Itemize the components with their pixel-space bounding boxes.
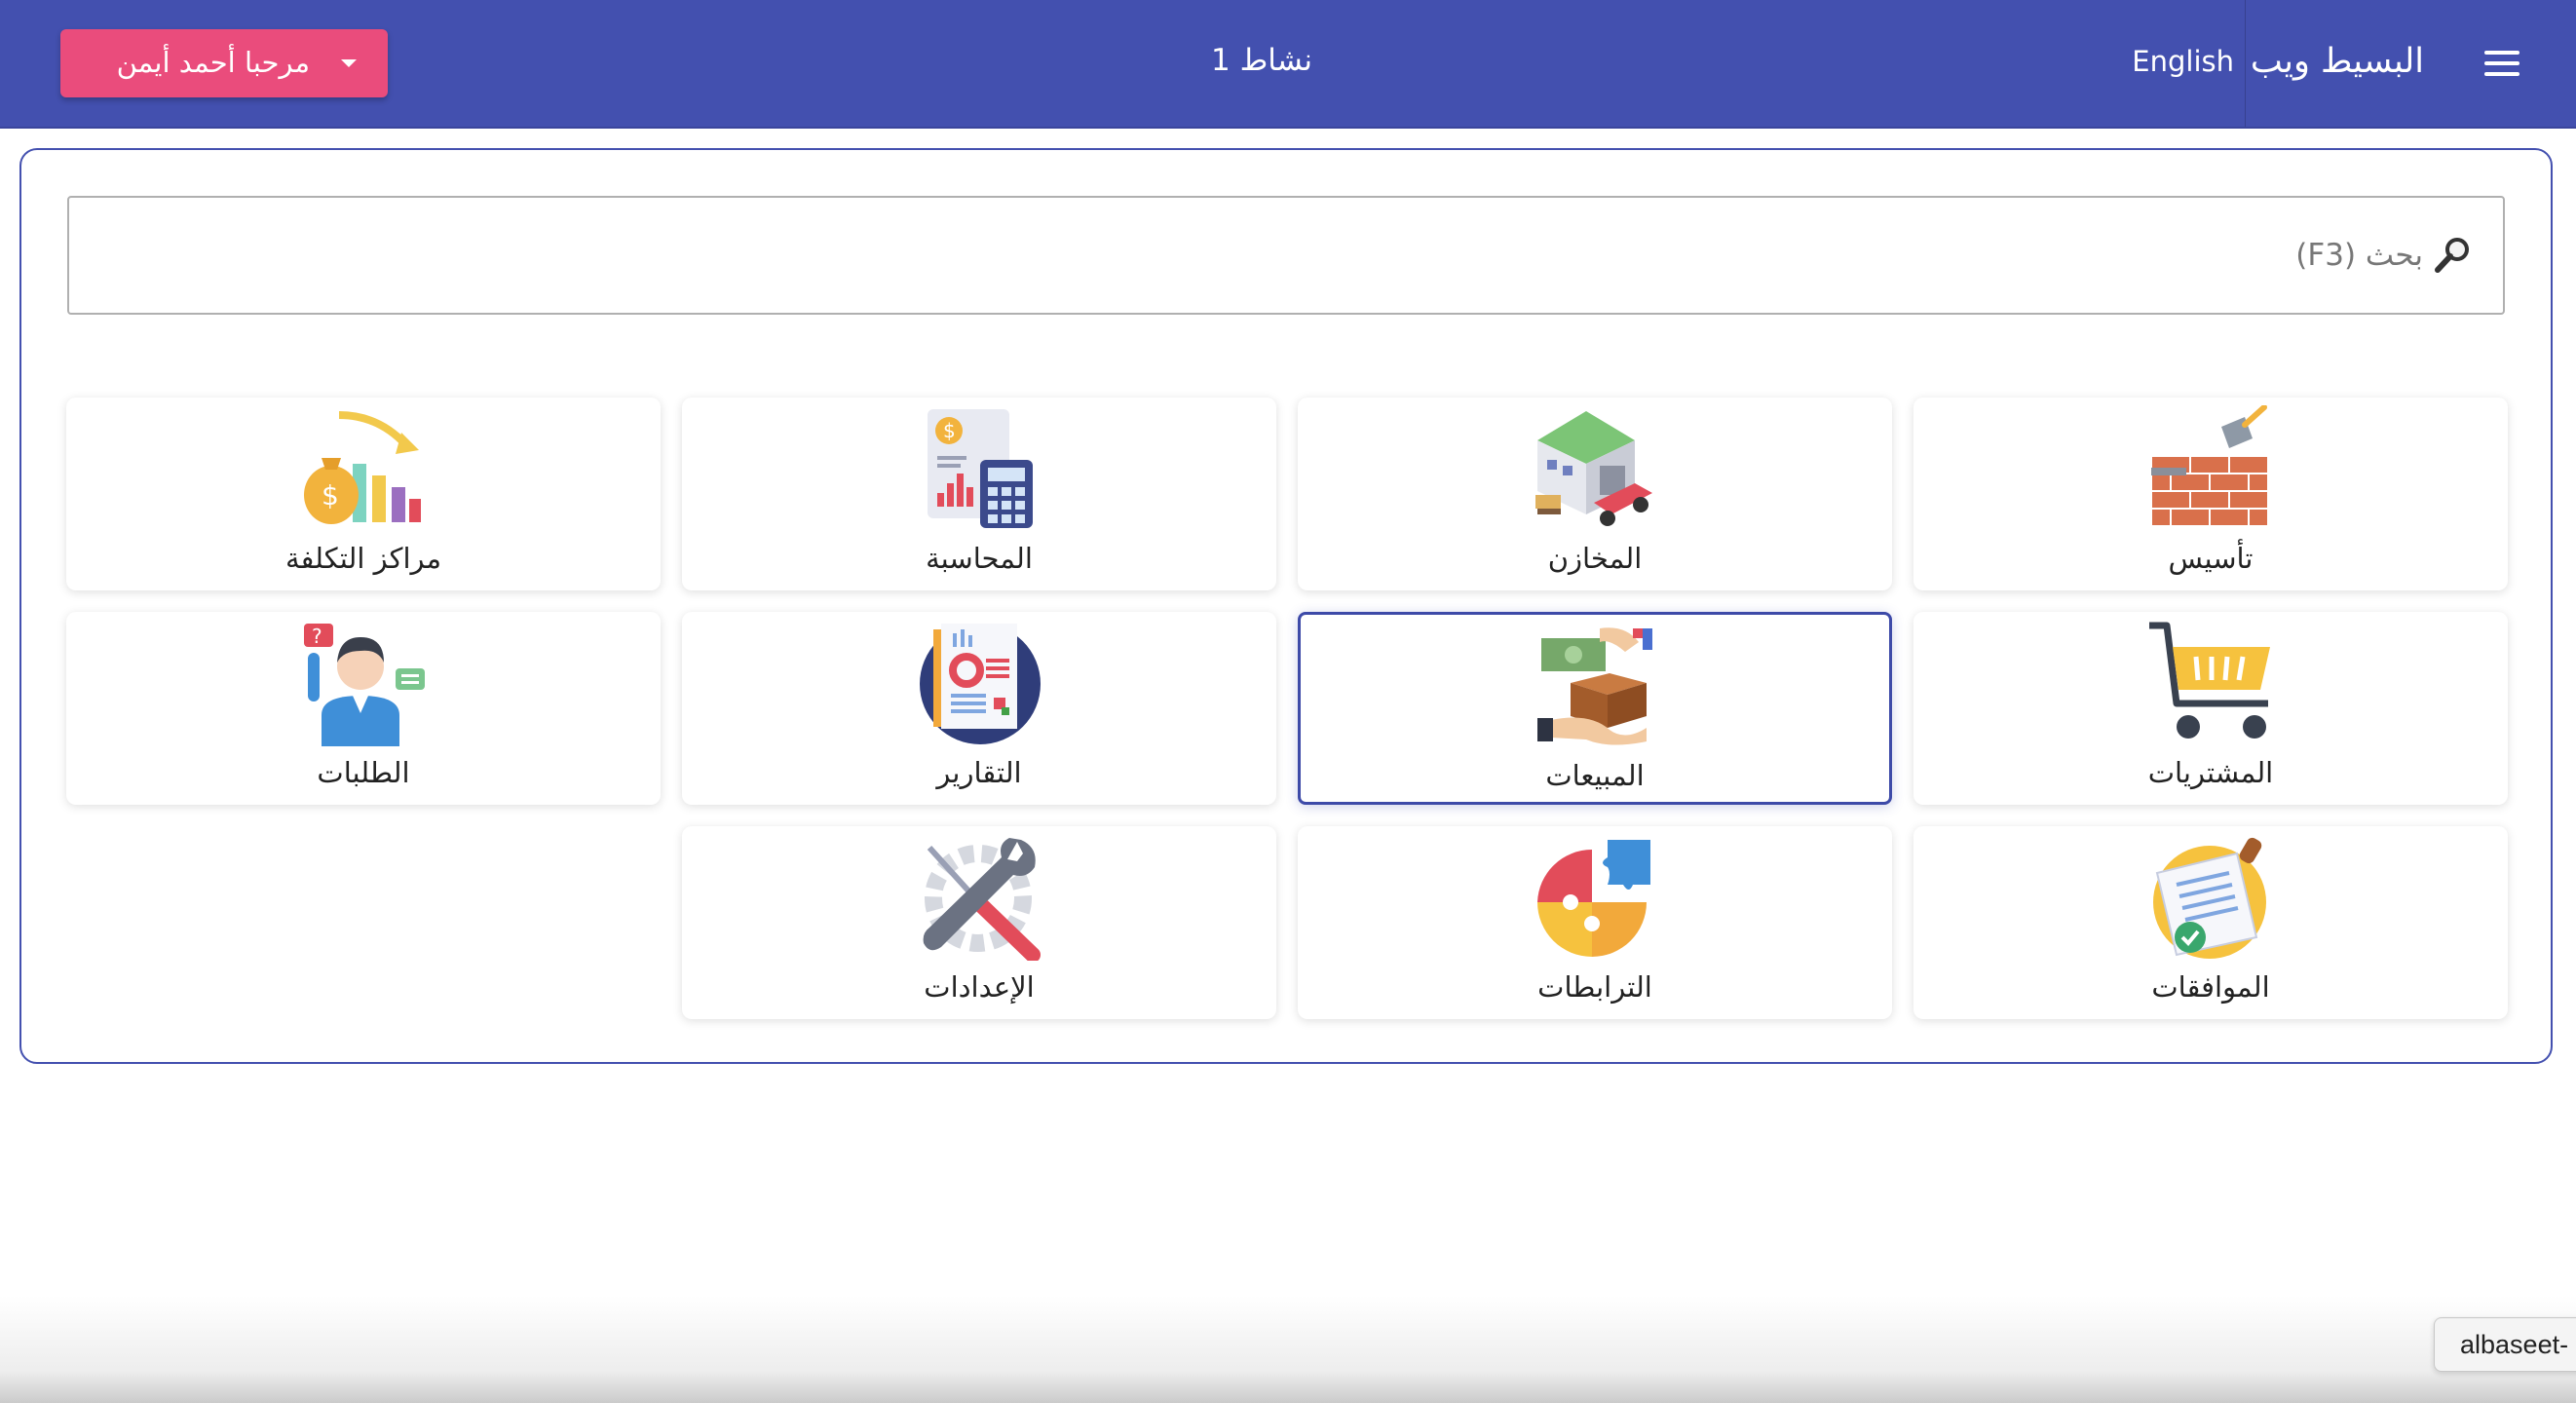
module-label: التقارير — [936, 756, 1022, 789]
top-app-bar: البسيط ويب English نشاط 1 مرحبا أحمد أيم… — [0, 0, 2576, 129]
app-brand-title[interactable]: البسيط ويب — [2251, 37, 2424, 86]
module-label: الترابطات — [1537, 970, 1652, 1004]
money-bag-chart-icon: $ — [300, 405, 427, 532]
search-icon — [2435, 238, 2469, 273]
brick-wall-trowel-icon — [2147, 405, 2274, 532]
user-menu-label: مرحبا أحمد أيمن — [116, 46, 310, 79]
module-label: تأسيس — [2168, 542, 2254, 575]
cash-box-hand-icon — [1532, 623, 1658, 749]
module-card-approvals[interactable]: الموافقات — [1913, 826, 2508, 1019]
module-label: المشتريات — [2147, 756, 2274, 789]
module-card-foundation[interactable]: تأسيس — [1913, 398, 2508, 590]
search-placeholder: بحث (F3) — [2295, 238, 2423, 273]
module-card-settings[interactable]: الإعدادات — [682, 826, 1276, 1019]
language-switch-link[interactable]: English — [2132, 39, 2234, 84]
module-card-purchases[interactable]: المشتريات — [1913, 612, 2508, 805]
approved-document-icon — [2147, 834, 2274, 961]
report-documents-icon — [916, 620, 1042, 746]
caret-down-icon — [341, 59, 357, 67]
module-card-sales[interactable]: المبيعات — [1298, 612, 1892, 805]
search-input[interactable]: بحث (F3) — [67, 196, 2505, 315]
svg-text:$: $ — [943, 419, 956, 442]
warehouse-truck-icon — [1532, 405, 1658, 532]
module-card-warehouses[interactable]: المخازن — [1298, 398, 1892, 590]
module-label: المخازن — [1547, 542, 1643, 575]
module-label: المحاسبة — [926, 542, 1033, 575]
module-label: المبيعات — [1545, 759, 1645, 792]
puzzle-pieces-icon — [1532, 834, 1658, 961]
module-label: الموافقات — [2151, 970, 2270, 1004]
module-label: الطلبات — [317, 756, 410, 789]
module-card-integrations[interactable]: الترابطات — [1298, 826, 1892, 1019]
support-person-icon: ? — [300, 620, 427, 746]
shopping-cart-icon — [2147, 620, 2274, 746]
modules-panel: بحث (F3) تأسيس المخازن $ المحاسبة $ مراك… — [19, 148, 2553, 1064]
menu-icon[interactable] — [2484, 51, 2519, 76]
status-url-tooltip: albaseet- — [2434, 1317, 2576, 1372]
module-card-cost-centers[interactable]: $ مراكز التكلفة — [66, 398, 661, 590]
svg-text:$: $ — [322, 479, 339, 512]
header-divider — [2245, 0, 2246, 127]
module-label: الإعدادات — [924, 970, 1035, 1004]
window-bottom-shadow — [0, 1296, 2576, 1403]
wrench-screwdriver-gear-icon — [916, 834, 1042, 961]
module-card-accounting[interactable]: $ المحاسبة — [682, 398, 1276, 590]
user-menu-button[interactable]: مرحبا أحمد أيمن — [60, 29, 388, 97]
module-card-requests[interactable]: ? الطلبات — [66, 612, 661, 805]
current-activity-label: نشاط 1 — [1211, 43, 1312, 78]
calculator-report-icon: $ — [916, 405, 1042, 532]
module-card-reports[interactable]: التقارير — [682, 612, 1276, 805]
module-label: مراكز التكلفة — [284, 542, 442, 575]
svg-text:?: ? — [312, 625, 322, 648]
